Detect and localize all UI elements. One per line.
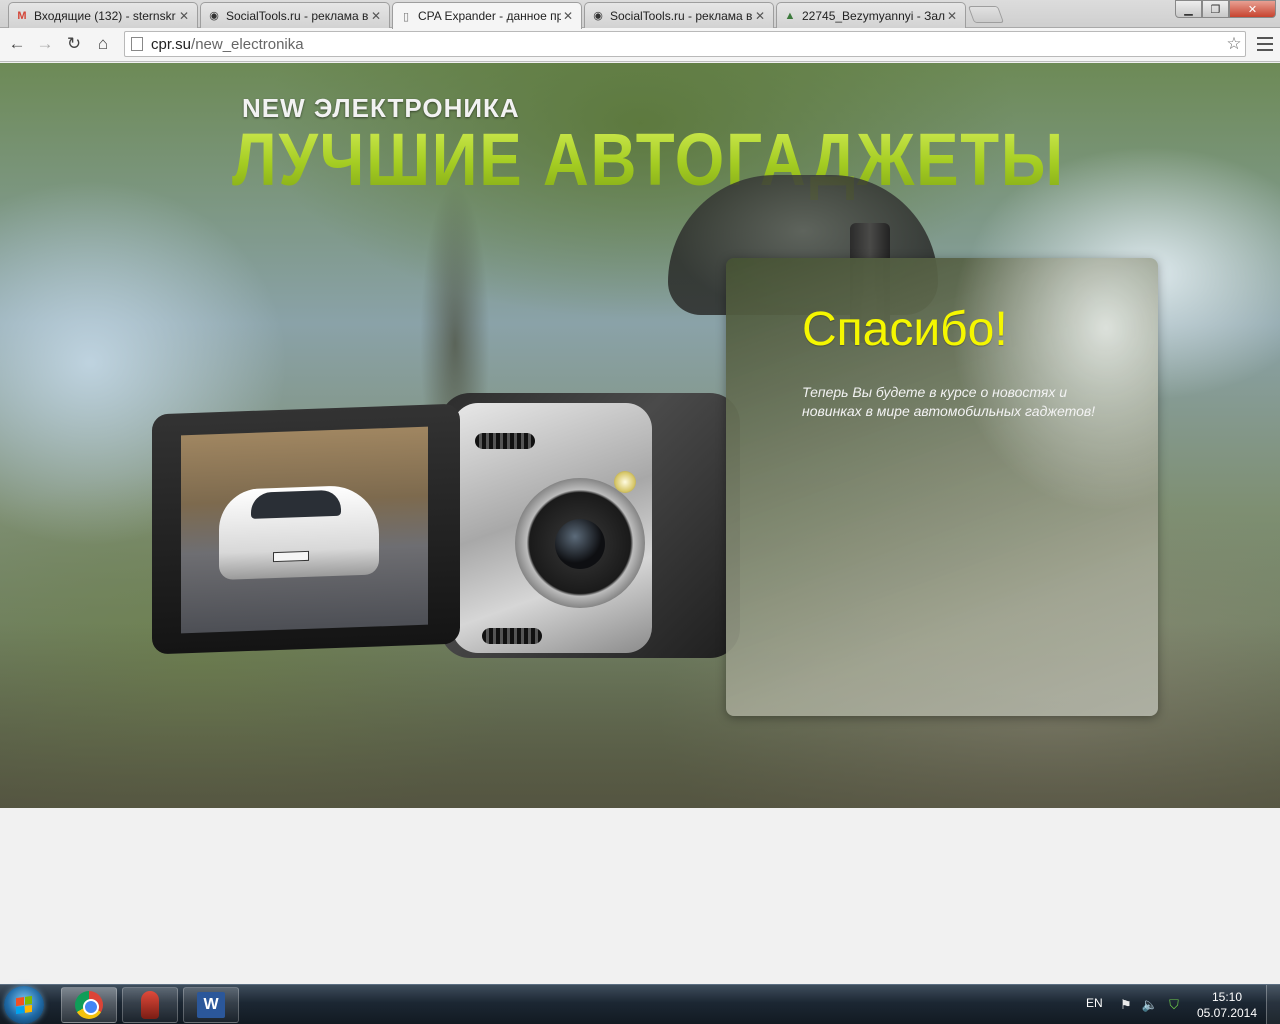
page-icon: ▯ <box>402 10 410 23</box>
chrome-icon <box>75 991 103 1019</box>
tab-title: SocialTools.ru - реклама в <box>226 8 369 23</box>
tab-title: CPA Expander - данное пр <box>418 9 561 23</box>
back-arrow-icon[interactable]: ← <box>6 33 28 55</box>
camera-grip-bottom <box>482 628 542 644</box>
camera-lens-glass <box>555 519 605 569</box>
windows-taskbar: W EN ⚑ 🔈 ⛉ 15:10 05.07.2014 <box>0 984 1280 1024</box>
browser-toolbar: ← → ↻ ⌂ cpr.su/new_electronika ☆ <box>0 28 1280 62</box>
maximize-button[interactable]: ❐ <box>1202 0 1229 18</box>
url-text[interactable]: cpr.su/new_electronika <box>151 36 1223 53</box>
clock-date: 05.07.2014 <box>1196 1006 1258 1020</box>
thank-you-panel: Спасибо! Теперь Вы будете в курсе о ново… <box>726 258 1158 716</box>
camera-screen <box>181 426 428 634</box>
windows-logo-icon <box>16 995 32 1015</box>
network-icon[interactable]: ⚑ <box>1118 997 1134 1013</box>
camera-grip-top <box>475 433 535 449</box>
camera-led <box>614 471 636 493</box>
clock-time: 15:10 <box>1211 990 1243 1004</box>
new-tab-button[interactable] <box>967 6 1005 23</box>
thank-you-message: Теперь Вы будете в курсе о новостях и но… <box>802 384 1096 419</box>
tab-close-icon[interactable]: ✕ <box>369 9 383 23</box>
tab-strip: M Входящие (132) - sternskr ✕ ◉ SocialTo… <box>0 0 1280 29</box>
tab-title: Входящие (132) - sternskr <box>34 8 176 23</box>
tab-image[interactable]: ▲ 22745_Bezymyannyi - Зал ✕ <box>776 2 966 28</box>
chrome-menu-icon[interactable] <box>1254 34 1276 54</box>
thank-you-title: Спасибо! <box>802 303 1008 356</box>
url-path: /new_electronika <box>191 35 304 53</box>
clock[interactable]: 15:10 05.07.2014 <box>1196 989 1258 1021</box>
taskbar-chrome[interactable] <box>61 987 117 1023</box>
tab-close-icon[interactable]: ✕ <box>177 9 191 23</box>
taskbar-word[interactable]: W <box>183 987 239 1023</box>
minimize-button[interactable]: ▁ <box>1175 0 1202 18</box>
tab-close-icon[interactable]: ✕ <box>945 9 959 23</box>
tab-socialtools-2[interactable]: ◉ SocialTools.ru - реклама в ✕ <box>584 2 774 28</box>
image-icon: ▲ <box>784 9 796 22</box>
socialtools-icon: ◉ <box>209 10 219 22</box>
home-icon[interactable]: ⌂ <box>92 33 114 55</box>
security-shield-icon[interactable]: ⛉ <box>1166 997 1182 1013</box>
hero-section: NEW ЭЛЕКТРОНИКА ЛУЧШИЕ АВТОГАДЖЕТЫ Спаси… <box>0 63 1280 808</box>
tab-close-icon[interactable]: ✕ <box>561 9 575 23</box>
tab-title: SocialTools.ru - реклама в <box>610 8 753 23</box>
show-desktop-button[interactable] <box>1266 985 1280 1024</box>
address-bar[interactable]: cpr.su/new_electronika ☆ <box>124 31 1246 57</box>
microphone-icon <box>141 991 159 1019</box>
license-plate <box>273 550 309 563</box>
page-icon <box>131 37 143 51</box>
taskbar-recorder[interactable] <box>122 987 178 1023</box>
car-window <box>251 489 341 519</box>
forward-arrow-icon[interactable]: → <box>34 33 56 55</box>
tab-cpa-expander[interactable]: ▯ CPA Expander - данное пр ✕ <box>392 2 582 29</box>
reload-icon[interactable]: ↻ <box>63 33 85 55</box>
tab-close-icon[interactable]: ✕ <box>753 9 767 23</box>
tab-gmail[interactable]: M Входящие (132) - sternskr ✕ <box>8 2 198 28</box>
tab-title: 22745_Bezymyannyi - Зал <box>802 8 945 23</box>
bookmark-star-icon[interactable]: ☆ <box>1223 34 1245 54</box>
start-button[interactable] <box>4 986 44 1024</box>
volume-icon[interactable]: 🔈 <box>1142 997 1158 1013</box>
brand-title: ЛУЧШИЕ АВТОГАДЖЕТЫ <box>232 118 1065 201</box>
gmail-icon: M <box>17 9 27 22</box>
language-indicator[interactable]: EN <box>1086 996 1103 1010</box>
url-host: cpr.su <box>151 35 192 53</box>
tab-socialtools-1[interactable]: ◉ SocialTools.ru - реклама в ✕ <box>200 2 390 28</box>
word-icon: W <box>197 992 225 1018</box>
window-close-button[interactable]: ✕ <box>1229 0 1276 18</box>
socialtools-icon: ◉ <box>593 10 603 22</box>
page-footer-area <box>0 808 1280 984</box>
